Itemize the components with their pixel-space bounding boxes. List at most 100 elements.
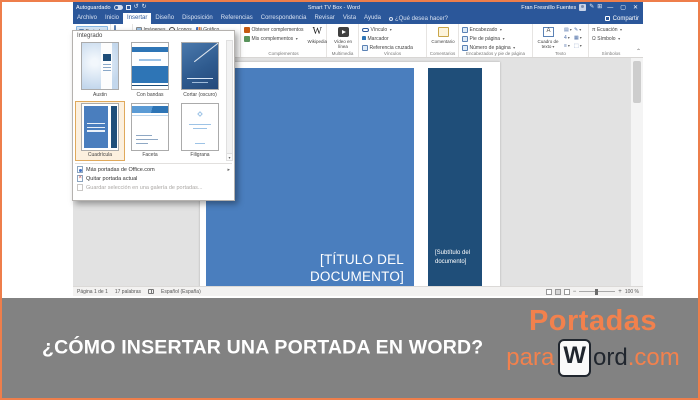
pie-de-pagina-button[interactable]: Pie de página [462,35,530,43]
object-icon[interactable]: ⬚ [574,42,584,50]
undo-icon[interactable]: ↺ [134,4,139,11]
cover-option-filigrana[interactable]: Filigrana [175,101,225,162]
cover-label: Filigrana [190,152,210,158]
cover-label: Cuadrícula [87,152,113,158]
tab-revisar[interactable]: Revisar [310,13,338,24]
marcador-label: Marcador [367,36,389,42]
cover-option-cuadricula[interactable]: Cuadrícula [75,100,125,161]
cover-label: Faceta [142,152,158,158]
scrollbar-thumb[interactable] [633,61,641,103]
tell-me-box[interactable]: ¿Qué desea hacer? [385,13,452,24]
zoom-out-button[interactable]: − [573,289,577,295]
cover-title-placeholder[interactable]: [TÍTULO DEL DOCUMENTO] [234,251,404,286]
symbol-icon: Ω [592,36,596,42]
autosave-toggle[interactable] [113,5,123,10]
banner-title: ¿CÓMO INSERTAR UNA PORTADA EN WORD? [42,336,484,359]
wikipedia-button[interactable]: W Wikipedia [307,26,327,45]
share-icon [604,16,610,21]
tab-disposicion[interactable]: Disposición [178,13,217,24]
group-label-vinculos: Vínculos [383,51,402,56]
store-icon [244,27,250,33]
cover-option-faceta[interactable]: Faceta [125,101,175,162]
ecuacion-label: Ecuación [596,27,618,33]
marcador-button[interactable]: Marcador [362,35,424,43]
mis-label: Mis complementos [251,36,294,42]
equation-icon: π [592,27,596,33]
obtener-label: Obtener complementos [251,27,304,33]
logo-w-letter: W [563,342,586,369]
scroll-down-icon[interactable]: ▾ [227,153,232,160]
logo-ord-text: ord [593,344,628,371]
drop-cap-icon[interactable]: ≡ [564,42,574,50]
encabezado-label: Encabezado [469,27,498,33]
proofing-icon[interactable] [148,289,154,294]
share-button[interactable]: Compartir [601,13,643,24]
pie-label: Pie de página [469,36,501,42]
menu-item-quitar-portada[interactable]: Quitar portada actual [73,174,234,183]
avatar[interactable] [579,4,587,11]
tab-vista[interactable]: Vista [339,13,360,24]
zoom-level[interactable]: 100 % [625,289,639,295]
cuadro-label: Cuadro de texto [536,39,560,49]
tab-ayuda[interactable]: Ayuda [360,13,385,24]
maximize-button[interactable]: ▢ [618,4,628,11]
collapse-ribbon-icon[interactable]: ⌃ [636,49,641,55]
cover-option-austin[interactable]: Austin [75,40,125,101]
signature-line-icon[interactable]: ✎ [574,26,584,34]
zoom-slider[interactable] [579,288,616,295]
account-name[interactable]: Fran Fresnillo Fuentes [521,5,576,11]
page-count[interactable]: Página 1 de 1 [77,289,108,295]
wordart-icon[interactable]: 4 [564,34,574,42]
cover-option-con-bandas[interactable]: Con bandas [125,40,175,101]
zoom-in-button[interactable]: + [618,289,622,295]
group-multimedia: Vídeo en línea Multimedia [327,24,359,57]
word-count[interactable]: 17 palabras [115,289,141,295]
zoom-slider-thumb[interactable] [595,288,599,295]
group-simbolos: π Ecuación Ω Símbolo Símbolos [589,24,633,57]
menu-item-guardar-seleccion[interactable]: Guardar selección en una galería de port… [73,183,234,192]
comentario-button[interactable]: Comentario [430,26,456,44]
cover-option-cortar-oscuro[interactable]: Cortar (oscuro) [175,40,225,101]
ecuacion-button[interactable]: π Ecuación [592,26,631,34]
obtener-complementos-button[interactable]: Obtener complementos [244,26,303,34]
tab-inicio[interactable]: Inicio [101,13,123,24]
gallery-scrollbar[interactable]: ▾ [226,40,233,161]
quick-parts-icon[interactable]: ▤ [564,26,574,34]
faceta-thumbnail [131,102,169,151]
save-icon[interactable] [125,5,131,10]
share-label: Compartir [612,15,639,22]
menu-label: Quitar portada actual [86,175,138,182]
web-layout-icon[interactable] [563,288,570,295]
vinculo-label: Vínculo [370,27,388,33]
online-video-icon [337,27,349,37]
wikipedia-icon: W [312,26,322,37]
cover-gallery: Austin Con bandas Cortar (oscuro) Cuadrí… [73,40,234,161]
tab-insertar[interactable]: Insertar [123,13,152,24]
video-button[interactable]: Vídeo en línea [330,26,356,49]
close-button[interactable]: ✕ [631,4,640,11]
language-indicator[interactable]: Español (España) [161,289,201,295]
cover-subtitle-placeholder[interactable]: [Subtítulo del documento] [435,249,479,268]
tab-diseno[interactable]: Diseño [151,13,178,24]
tab-referencias[interactable]: Referencias [217,13,257,24]
menu-item-mas-portadas[interactable]: Más portadas de Office.com ▸ [73,165,234,174]
cuadro-de-texto-button[interactable]: Cuadro de texto [536,26,560,50]
encabezado-button[interactable]: Encabezado [462,26,530,34]
menu-separator [75,163,232,164]
vertical-scrollbar[interactable] [630,58,643,286]
ribbon-options-icon[interactable]: ⊞ [597,4,602,11]
redo-icon[interactable]: ↻ [142,4,147,11]
mis-complementos-button[interactable]: Mis complementos [244,35,303,43]
date-time-icon[interactable]: ▦ [574,34,584,42]
vinculo-button[interactable]: Vínculo [362,26,424,34]
group-label-comentarios: Comentarios [429,51,456,56]
tab-archivo[interactable]: Archivo [73,13,101,24]
print-layout-icon[interactable] [554,288,561,295]
pencil-icon[interactable]: ✎ [589,4,594,11]
minimize-button[interactable]: — [605,5,615,11]
ribbon-tab-row: Archivo Inicio Insertar Diseño Disposici… [73,13,643,24]
simbolo-button[interactable]: Ω Símbolo [592,35,631,43]
tab-correspondencia[interactable]: Correspondencia [257,13,311,24]
comentario-label: Comentario [431,39,455,44]
read-mode-icon[interactable] [545,288,552,295]
